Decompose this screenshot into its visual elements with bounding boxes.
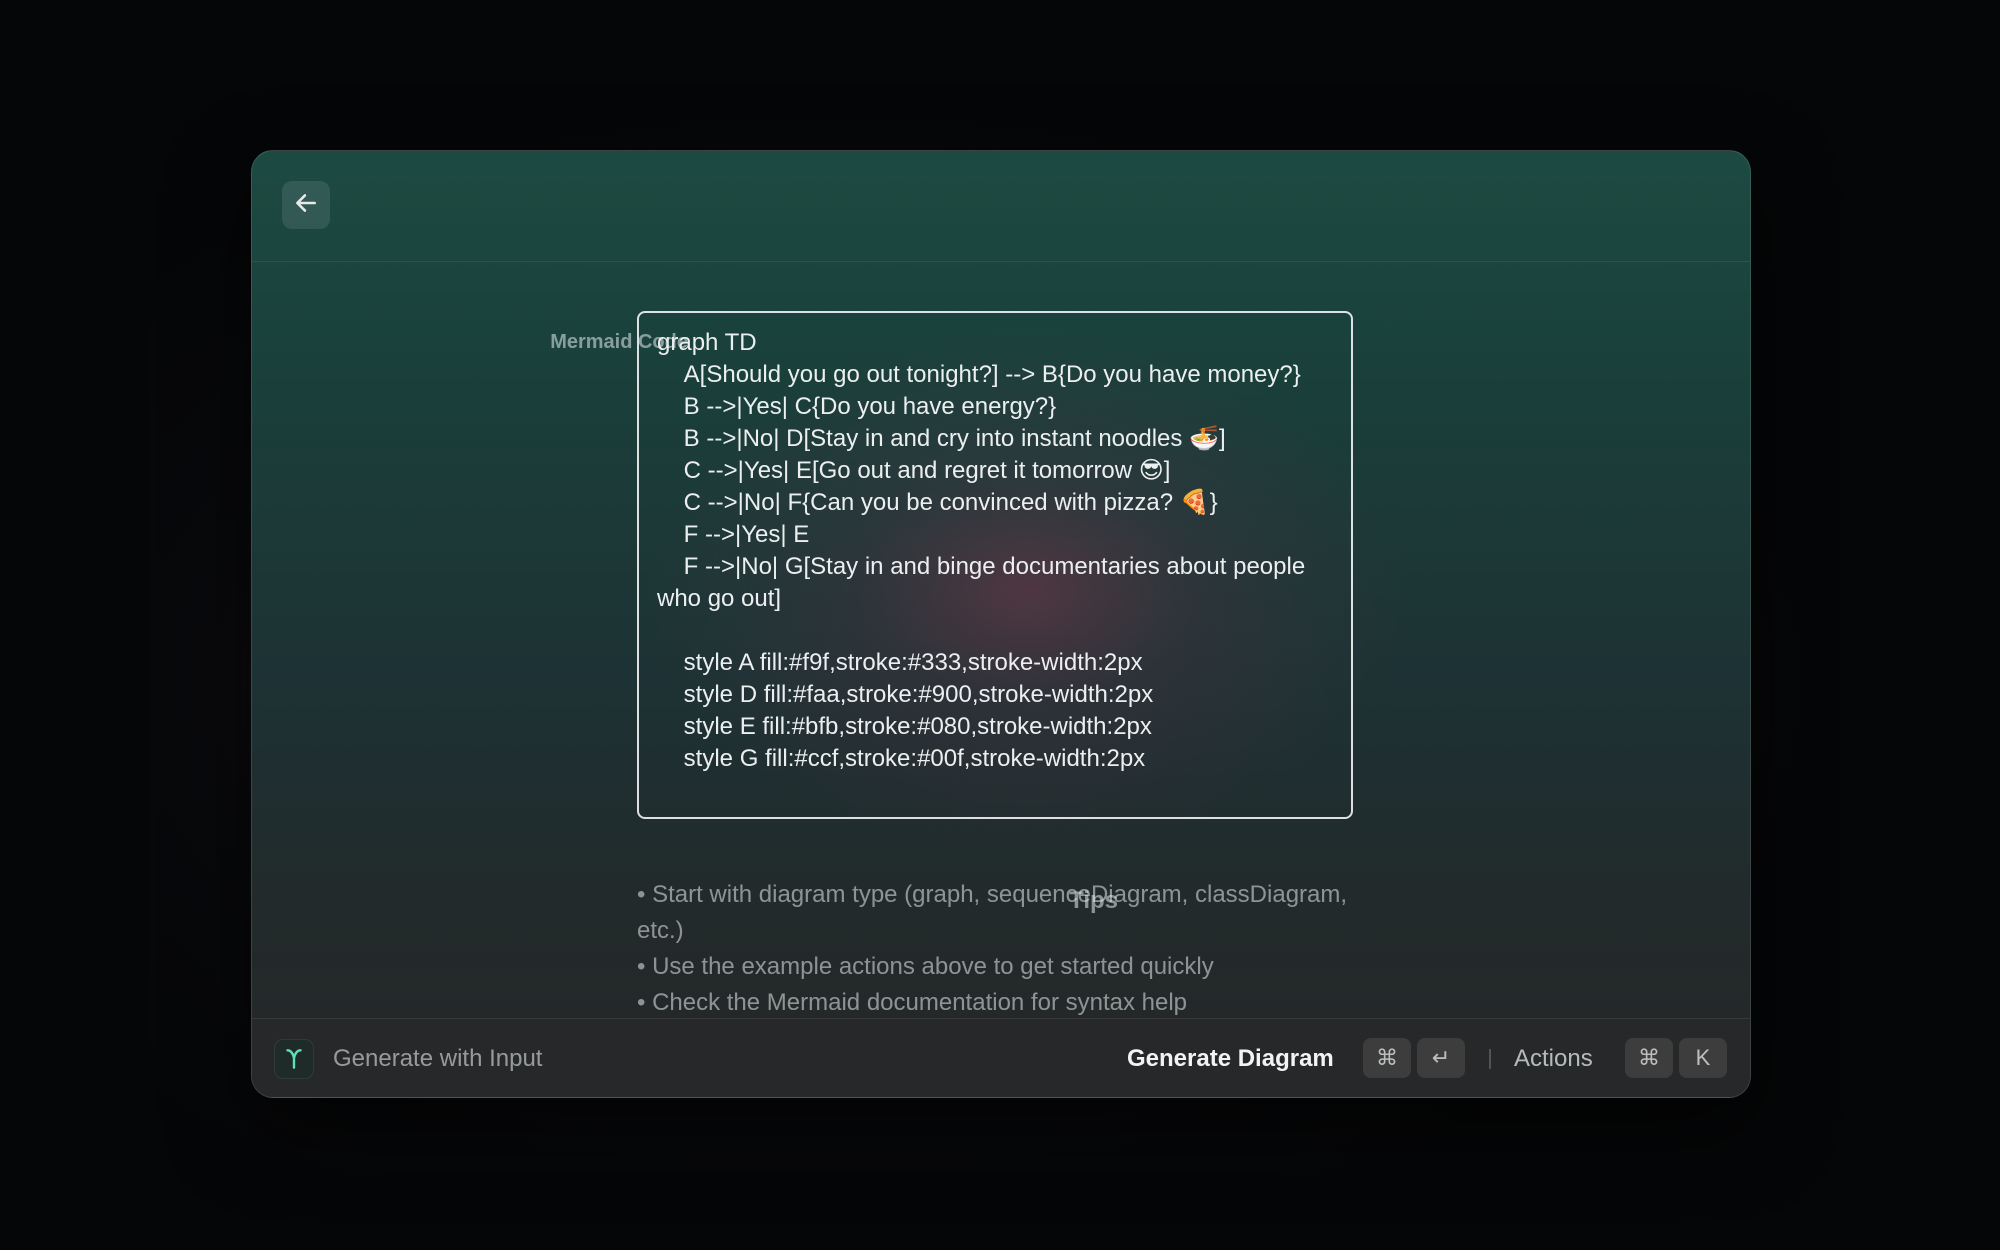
action-bar: Generate with Input Generate Diagram ⌘ ↵… (252, 1018, 1750, 1097)
tip-item: • Check the Mermaid documentation for sy… (637, 989, 1188, 1016)
mermaid-app-icon (274, 1039, 314, 1079)
window-header (252, 151, 1750, 262)
mermaid-code-textarea[interactable]: graph TD A[Should you go out tonight?] -… (637, 311, 1353, 819)
back-button[interactable] (282, 181, 330, 229)
divider (1489, 1049, 1491, 1069)
tips-list: • Start with diagram type (graph, sequen… (637, 877, 1367, 1021)
actions-button[interactable]: Actions (1514, 1045, 1593, 1073)
tip-item: • Start with diagram type (graph, sequen… (637, 881, 1348, 944)
arrow-left-icon (293, 190, 319, 221)
generate-diagram-button[interactable]: Generate Diagram (1127, 1045, 1334, 1073)
command-title: Generate with Input (333, 1045, 543, 1072)
shortcut-key-enter: ↵ (1417, 1038, 1465, 1078)
shortcut-key-k: K (1679, 1038, 1727, 1078)
shortcut-key-command: ⌘ (1625, 1038, 1673, 1078)
extension-window: Mermaid Code graph TD A[Should you go ou… (251, 150, 1751, 1098)
shortcut-key-command: ⌘ (1363, 1038, 1411, 1078)
tip-item: • Use the example actions above to get s… (637, 953, 1214, 980)
mermaid-code-text[interactable]: graph TD A[Should you go out tonight?] -… (657, 327, 1333, 775)
